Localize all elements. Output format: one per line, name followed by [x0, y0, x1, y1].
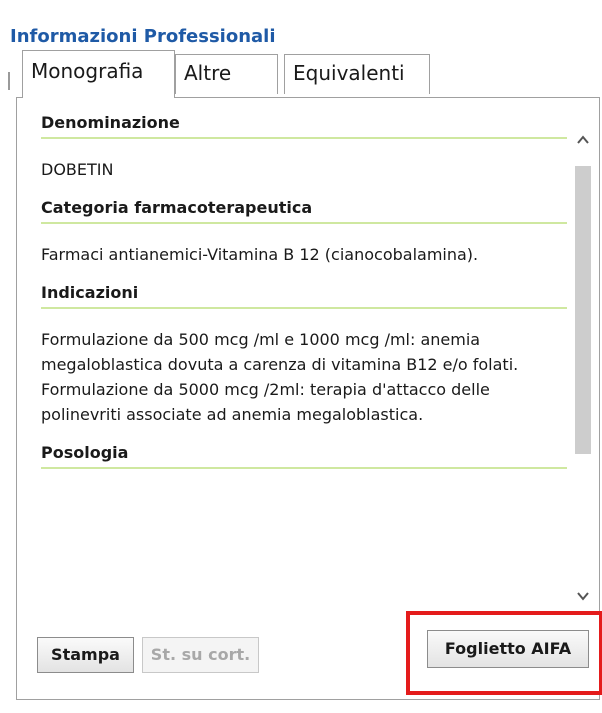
text-categoria: Farmaci antianemici-Vitamina B 12 (ciano… [41, 245, 479, 264]
cropped-top-text [0, 0, 602, 22]
heading-denominazione: Denominazione [41, 113, 567, 139]
chevron-up-icon[interactable] [572, 132, 594, 154]
tab-altre-label: Altre [184, 61, 232, 85]
heading-categoria: Categoria farmacoterapeutica [41, 198, 567, 224]
stampa-button[interactable]: Stampa [37, 637, 134, 673]
stampa-cortesia-button[interactable]: St. su cort. [142, 637, 259, 673]
text-indicazioni: Formulazione da 500 mcg /ml e 1000 mcg /… [41, 330, 519, 424]
section-title: Informazioni Professionali [10, 26, 276, 47]
monografia-panel: Denominazione DOBETIN Categoria farmacot… [16, 97, 602, 700]
chevron-down-icon[interactable] [572, 588, 594, 610]
text-denominazione: DOBETIN [41, 160, 114, 179]
foglietto-aifa-button[interactable]: Foglietto AIFA [427, 630, 589, 668]
tab-monografia-label: Monografia [31, 59, 144, 83]
window-left-edge [8, 72, 10, 90]
vertical-scrollbar[interactable] [572, 132, 594, 610]
heading-posologia: Posologia [41, 443, 567, 469]
tab-monografia[interactable]: Monografia [22, 50, 175, 98]
monografia-content[interactable]: Denominazione DOBETIN Categoria farmacot… [41, 113, 567, 618]
scrollbar-thumb[interactable] [575, 166, 591, 454]
heading-indicazioni: Indicazioni [41, 283, 567, 309]
tab-equivalenti-label: Equivalenti [293, 61, 405, 85]
tab-altre[interactable]: Altre [175, 54, 278, 94]
tab-equivalenti[interactable]: Equivalenti [284, 54, 430, 94]
